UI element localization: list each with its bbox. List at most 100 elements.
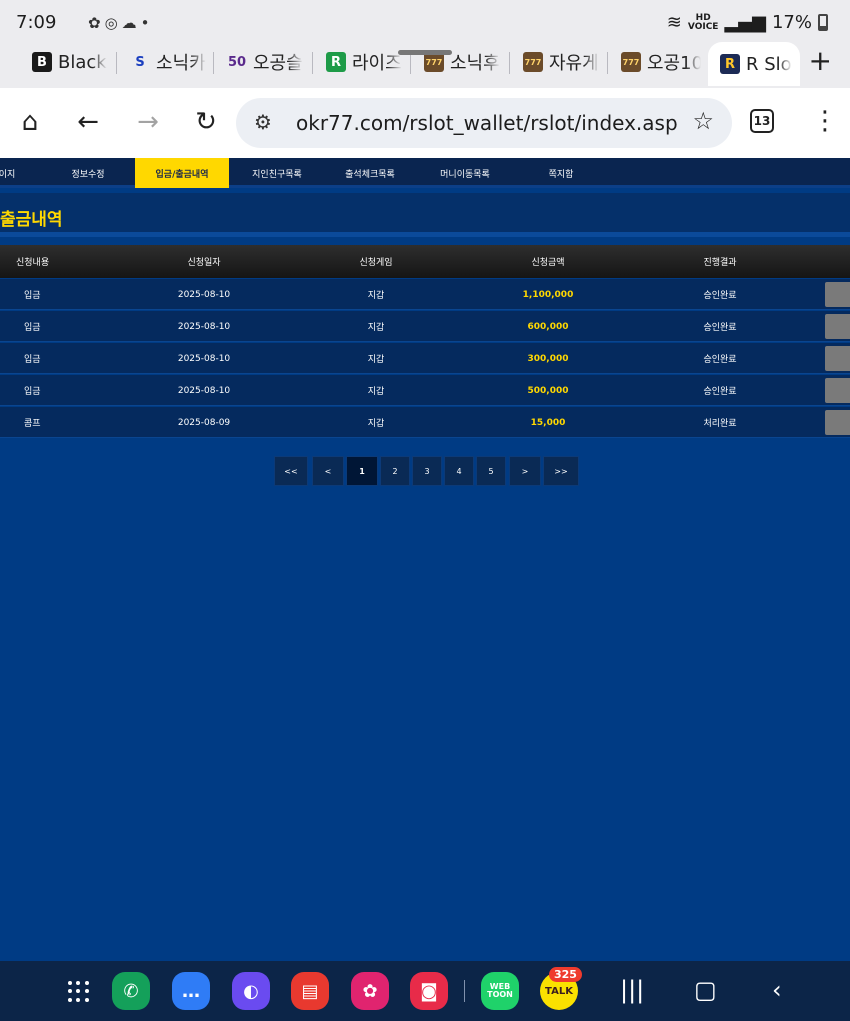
row-action-button[interactable] — [825, 346, 850, 371]
cell-date: 2025-08-09 — [177, 417, 231, 428]
page-title: 출금내역 — [0, 210, 63, 230]
cell-type: 입금 — [24, 323, 41, 333]
nav-item-profile[interactable]: 정보수정 — [44, 158, 132, 188]
cloud-icon: ☁ — [121, 14, 141, 32]
home-icon[interactable]: ⌂ — [14, 106, 46, 138]
column-header: 신청게임 — [359, 258, 393, 268]
pager-prev[interactable]: < — [312, 456, 344, 486]
back-icon[interactable]: ← — [72, 106, 104, 138]
cell-result: 승인완료 — [703, 355, 737, 365]
notification-icons: ✿◎☁• — [88, 14, 154, 32]
cell-type: 콤프 — [24, 419, 41, 429]
pager-page-2[interactable]: 2 — [380, 456, 410, 486]
site-nav: 이지 정보수정 입금/출금내역 지인친구목록 출석체크목록 머니이동목록 쪽지함 — [0, 158, 850, 188]
cell-game: 지갑 — [367, 419, 385, 429]
tab-title: Black — [58, 51, 107, 73]
app-drawer-icon[interactable] — [68, 981, 90, 1003]
reload-icon[interactable]: ↻ — [190, 106, 222, 138]
tab-title: 오공슬 — [253, 53, 303, 74]
row-action-button[interactable] — [825, 378, 850, 403]
cell-result: 승인완료 — [703, 387, 737, 397]
status-time: 7:09 — [16, 12, 57, 33]
fan-icon: ✿ — [88, 14, 105, 32]
browser-tab[interactable]: 777 자유게 — [523, 44, 601, 80]
browser-tab[interactable]: 50 오공슬 — [227, 44, 305, 80]
tab-favicon: R — [720, 54, 740, 74]
browser-tab[interactable]: 777 오공10 — [621, 44, 701, 80]
notes-app-icon[interactable]: ▤ — [291, 972, 329, 1010]
browser-tab[interactable]: B Black — [32, 44, 110, 80]
cell-result: 승인완료 — [703, 323, 737, 333]
tab-switcher-button[interactable]: 13 — [750, 109, 774, 133]
tab-title: 소닉후 — [450, 53, 500, 74]
phone-app-icon[interactable]: ✆ — [112, 972, 150, 1010]
camera-app-icon[interactable]: ◙ — [410, 972, 448, 1010]
pager-next[interactable]: > — [509, 456, 541, 486]
pager-page-3[interactable]: 3 — [412, 456, 442, 486]
tab-title: R Slo — [746, 53, 792, 75]
home-button-icon[interactable]: ▢ — [694, 976, 717, 1004]
cell-game: 지갑 — [367, 387, 385, 397]
recents-icon[interactable]: ||| — [620, 976, 644, 1004]
webtoon-app-icon[interactable]: WEB TOON — [481, 972, 519, 1010]
nav-item-messages[interactable]: 쪽지함 — [516, 158, 606, 188]
tab-favicon: R — [326, 52, 346, 72]
cell-game: 지갑 — [367, 291, 385, 301]
address-bar[interactable]: ⚙ okr77.com/rslot_wallet/rslot/index.asp… — [236, 98, 732, 148]
pager-page-4[interactable]: 4 — [444, 456, 474, 486]
cell-type: 입금 — [24, 355, 41, 365]
gallery-app-icon[interactable]: ✿ — [351, 972, 389, 1010]
table-header: 신청내용 신청일자 신청게임 신청금액 진행결과 — [0, 245, 850, 278]
cell-amount: 500,000 — [527, 385, 569, 396]
browser-tab[interactable]: R 라이즈 — [326, 44, 402, 80]
hd-voice-icon: HD VOICE — [687, 12, 719, 32]
tab-title: 소닉카 — [156, 53, 206, 74]
pager-last[interactable]: >> — [543, 456, 579, 486]
forward-icon[interactable]: → — [132, 106, 164, 138]
tab-strip: B Black S 소닉카 50 오공슬 R 라이즈 777 소닉후 777 자… — [0, 38, 850, 88]
nav-item-money-transfer[interactable]: 머니이동목록 — [420, 158, 510, 188]
new-tab-button[interactable]: + — [809, 47, 832, 75]
notification-badge: 325 — [549, 967, 582, 982]
column-header: 신청금액 — [531, 258, 565, 268]
table-row: 입금 2025-08-10 지갑 600,000 승인완료 — [0, 311, 850, 342]
cell-amount: 1,100,000 — [522, 289, 574, 300]
tab-favicon: B — [32, 52, 52, 72]
browser-tab[interactable]: S 소닉카 — [130, 44, 206, 80]
bookmark-star-icon[interactable]: ☆ — [692, 107, 714, 135]
cell-amount: 300,000 — [527, 353, 569, 364]
battery-icon — [818, 14, 828, 31]
browser-tab-active[interactable]: R R Slo — [708, 42, 800, 86]
page-title-bar: 출금내역 — [0, 193, 850, 237]
instagram-icon: ◎ — [104, 14, 122, 32]
cell-amount: 600,000 — [527, 321, 569, 332]
nav-item-mypage[interactable]: 이지 — [0, 158, 24, 188]
row-action-button[interactable] — [825, 410, 850, 435]
column-header: 신청내용 — [16, 258, 50, 268]
nav-item-history[interactable]: 입금/출금내역 — [135, 158, 229, 188]
cell-type: 입금 — [24, 387, 41, 397]
pager-first[interactable]: << — [274, 456, 308, 486]
nav-item-attendance[interactable]: 출석체크목록 — [326, 158, 414, 188]
messages-app-icon[interactable]: … — [172, 972, 210, 1010]
drag-handle[interactable] — [398, 50, 452, 55]
dock-divider — [464, 980, 465, 1002]
dot-icon: • — [140, 14, 154, 32]
cell-result: 처리완료 — [703, 419, 737, 429]
menu-icon[interactable]: ⋮ — [812, 108, 838, 134]
tab-favicon: 777 — [424, 52, 444, 72]
nav-item-referrals[interactable]: 지인친구목록 — [234, 158, 320, 188]
tab-favicon: 777 — [523, 52, 543, 72]
pager-page-1[interactable]: 1 — [346, 456, 378, 486]
url-text[interactable]: okr77.com/rslot_wallet/rslot/index.asp — [296, 111, 678, 135]
row-action-button[interactable] — [825, 314, 850, 339]
pager-page-5[interactable]: 5 — [476, 456, 506, 486]
cell-type: 입금 — [24, 291, 41, 301]
internet-app-icon[interactable]: ◐ — [232, 972, 270, 1010]
cell-result: 승인완료 — [703, 291, 737, 301]
back-button-icon[interactable]: ‹ — [772, 976, 782, 1004]
tab-favicon: S — [135, 54, 145, 70]
site-settings-icon[interactable]: ⚙ — [254, 110, 272, 134]
row-action-button[interactable] — [825, 282, 850, 307]
cell-date: 2025-08-10 — [177, 321, 231, 332]
